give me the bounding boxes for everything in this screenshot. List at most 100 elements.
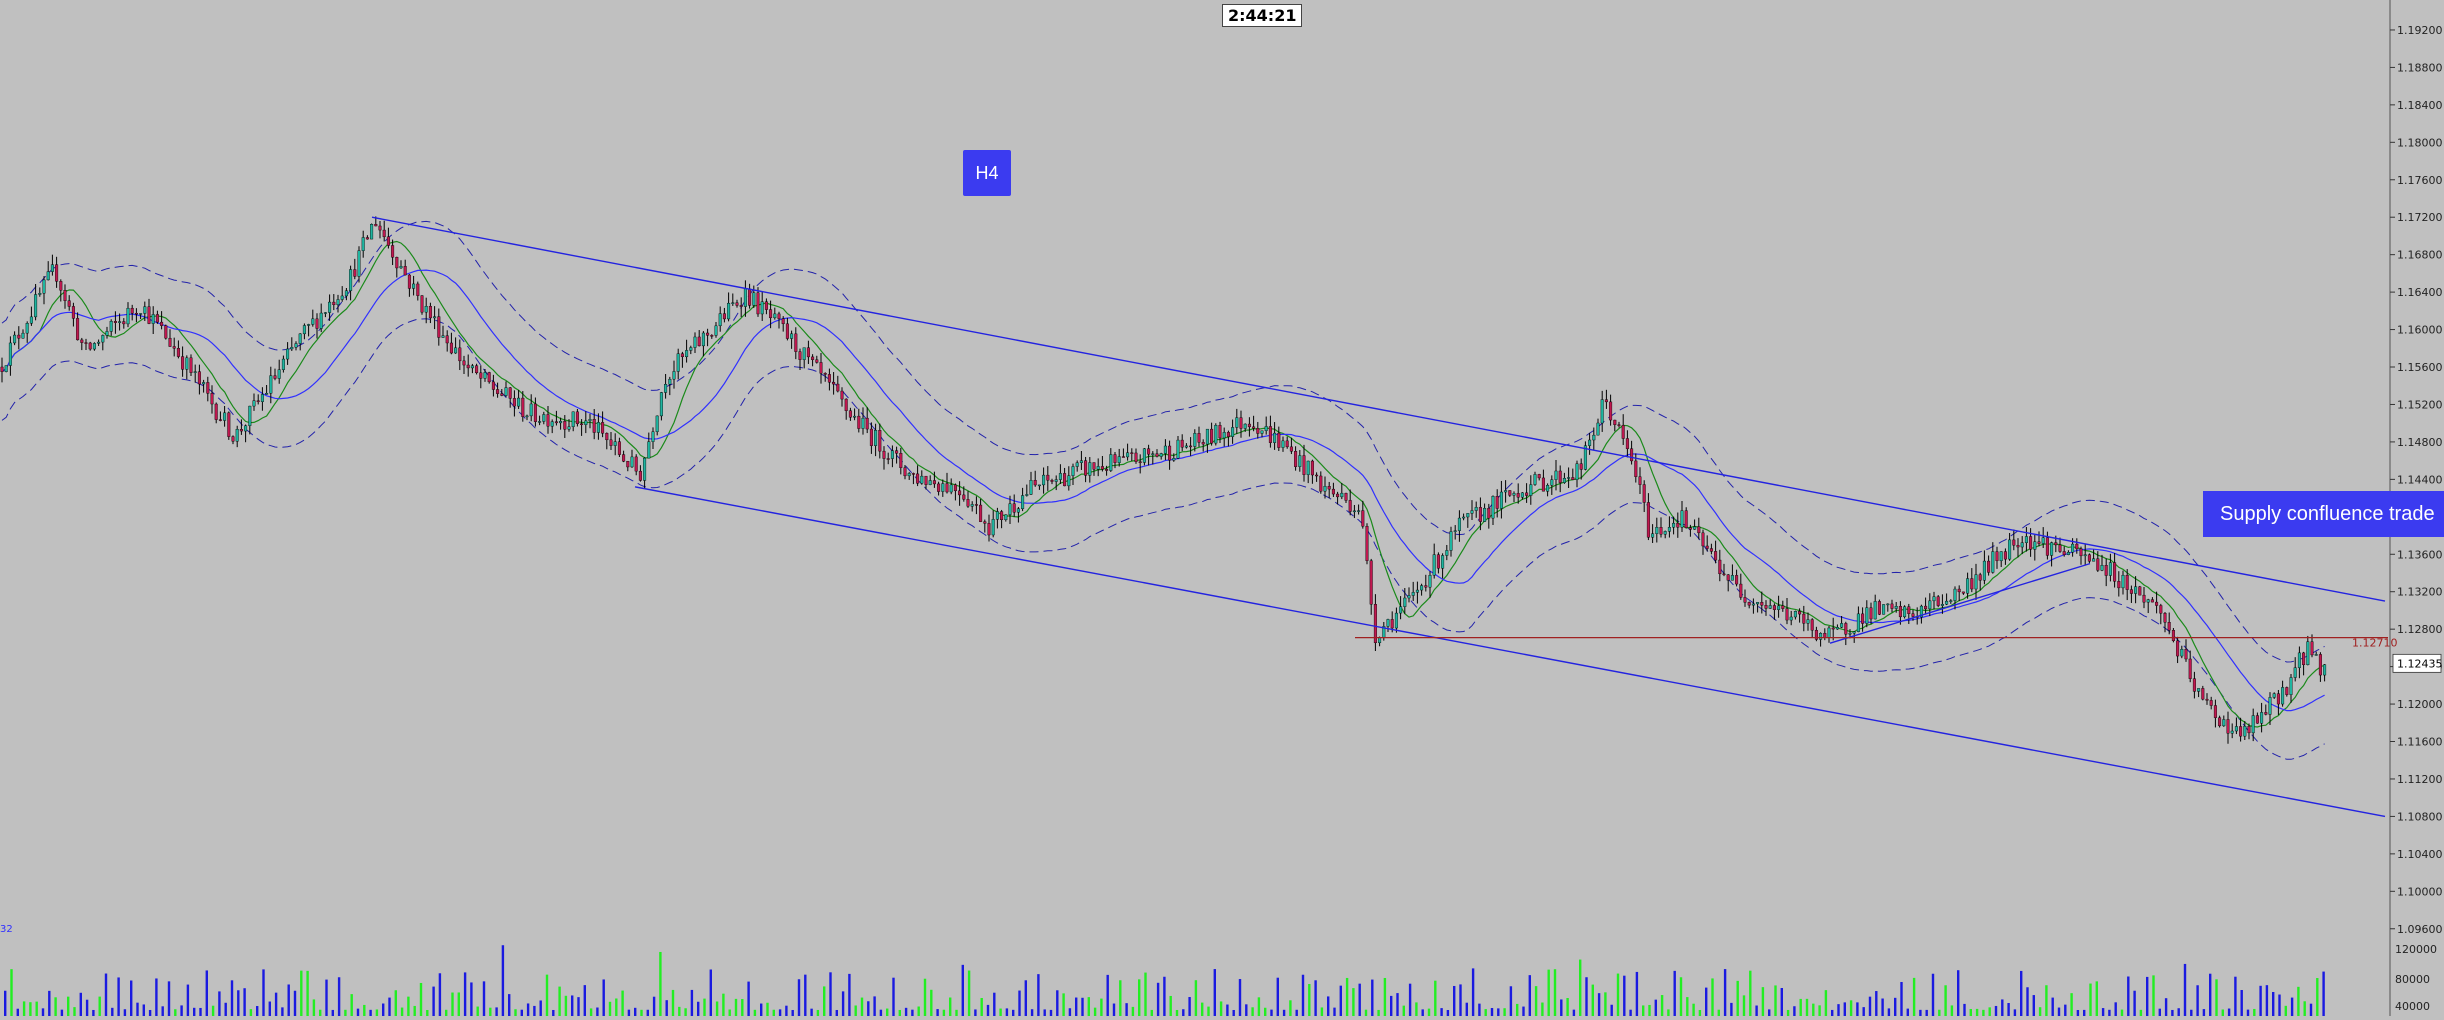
volume-bar	[1062, 993, 1065, 1016]
candle	[878, 423, 882, 459]
volume-bar	[652, 996, 656, 1016]
candle	[1508, 490, 1512, 497]
candle	[958, 481, 962, 506]
candle	[2192, 671, 2196, 699]
channel-lower-line[interactable]	[634, 486, 2386, 818]
candle	[1550, 475, 1554, 495]
volume-bar	[501, 945, 505, 1016]
candle	[1235, 408, 1239, 434]
volume-bar	[1182, 1009, 1185, 1016]
candle	[504, 381, 508, 397]
candle	[2150, 597, 2154, 603]
candle	[1588, 432, 1592, 455]
candle	[76, 312, 80, 341]
price-chart[interactable]: 1.12710 1.19200 1.18800 1.18400 1.18000 1.17…	[0, 0, 2444, 1016]
lower-band-line	[1, 318, 2325, 760]
candle	[193, 364, 197, 383]
volume-bar	[1320, 1007, 1324, 1016]
candle	[609, 431, 613, 451]
candle	[227, 411, 231, 440]
volume-bar	[1705, 987, 1708, 1016]
volume-bar	[1648, 1004, 1651, 1016]
candle	[1659, 517, 1663, 538]
volume-bar	[470, 982, 473, 1016]
candle	[697, 330, 701, 347]
volume-bar	[1465, 1002, 1468, 1016]
volume-bar	[1081, 997, 1084, 1016]
volume-bar	[1352, 988, 1355, 1016]
volume-bar	[1175, 1009, 1179, 1016]
annotation-label[interactable]: Supply confluence trade	[2203, 491, 2444, 537]
candle	[2323, 664, 2327, 682]
price-tick-label: 1.10800	[2397, 810, 2443, 823]
volume-bar	[583, 985, 586, 1016]
volume-bar	[1471, 968, 1475, 1016]
candle	[0, 357, 4, 383]
candle	[1407, 587, 1411, 603]
candle	[416, 281, 420, 301]
volume-bar	[1257, 997, 1261, 1016]
candle	[983, 519, 987, 533]
candle	[1596, 418, 1600, 436]
candle	[1147, 444, 1151, 466]
current-price-label: 1.12435	[2397, 657, 2443, 670]
candle	[1638, 467, 1642, 494]
candle	[462, 355, 466, 375]
candle	[437, 308, 441, 346]
volume-bar	[148, 1009, 152, 1016]
volume-bar	[262, 969, 265, 1016]
candle	[109, 319, 113, 336]
volume-bar	[73, 1007, 76, 1016]
candle	[46, 261, 50, 281]
volume-bar	[1963, 1003, 1966, 1016]
candle	[1126, 443, 1130, 461]
volume-bar	[772, 1009, 775, 1016]
volume-bar	[2108, 1009, 2111, 1016]
candle	[1273, 422, 1277, 450]
volume-bar	[142, 1004, 145, 1016]
volume-bar	[1585, 977, 1588, 1016]
trend-support-line[interactable]	[1829, 562, 2091, 644]
candle	[2108, 553, 2112, 582]
volume-bar	[16, 1008, 19, 1016]
candle	[365, 235, 369, 240]
candle-timer: 2:44:21	[1222, 4, 1303, 27]
candle	[1768, 599, 1772, 609]
candle	[664, 374, 668, 399]
candle	[118, 313, 122, 331]
candle	[617, 437, 621, 457]
volume-bar	[2297, 986, 2300, 1016]
volume-bar	[1068, 1008, 1072, 1016]
candle	[1987, 555, 1991, 576]
volume-bar	[337, 977, 341, 1016]
volume-bar	[2209, 973, 2212, 1016]
candle	[2134, 576, 2138, 604]
price-tick-label: 1.12000	[2397, 698, 2443, 711]
candle	[1466, 513, 1470, 528]
volume-bar	[1868, 996, 1872, 1016]
volume-bar	[1906, 1008, 1909, 1016]
candle	[995, 507, 999, 529]
volume-bar	[1749, 970, 1752, 1016]
timeframe-badge[interactable]: H4	[963, 150, 1011, 196]
candle	[1978, 572, 1982, 591]
volume-bar	[2309, 1003, 2313, 1016]
candle	[1067, 466, 1071, 491]
candle	[2188, 650, 2192, 683]
candle	[731, 293, 735, 306]
volume-bar	[1264, 1007, 1267, 1016]
channel-upper-line[interactable]	[371, 216, 2386, 602]
chart-canvas[interactable]: 1.12710 1.19200 1.18800 1.18400 1.18000 1.17…	[0, 0, 2444, 1016]
volume-bar	[1900, 981, 1903, 1016]
volume-bar	[2164, 998, 2168, 1016]
candle	[42, 276, 46, 305]
volume-bar	[728, 1009, 731, 1016]
candle	[1537, 473, 1541, 481]
candle	[790, 330, 794, 349]
candle	[80, 337, 84, 351]
candle	[1655, 517, 1659, 543]
volume-bar	[1780, 987, 1783, 1016]
volume-bar	[2020, 970, 2023, 1016]
candle	[181, 346, 185, 377]
volume-bar	[1579, 959, 1582, 1016]
